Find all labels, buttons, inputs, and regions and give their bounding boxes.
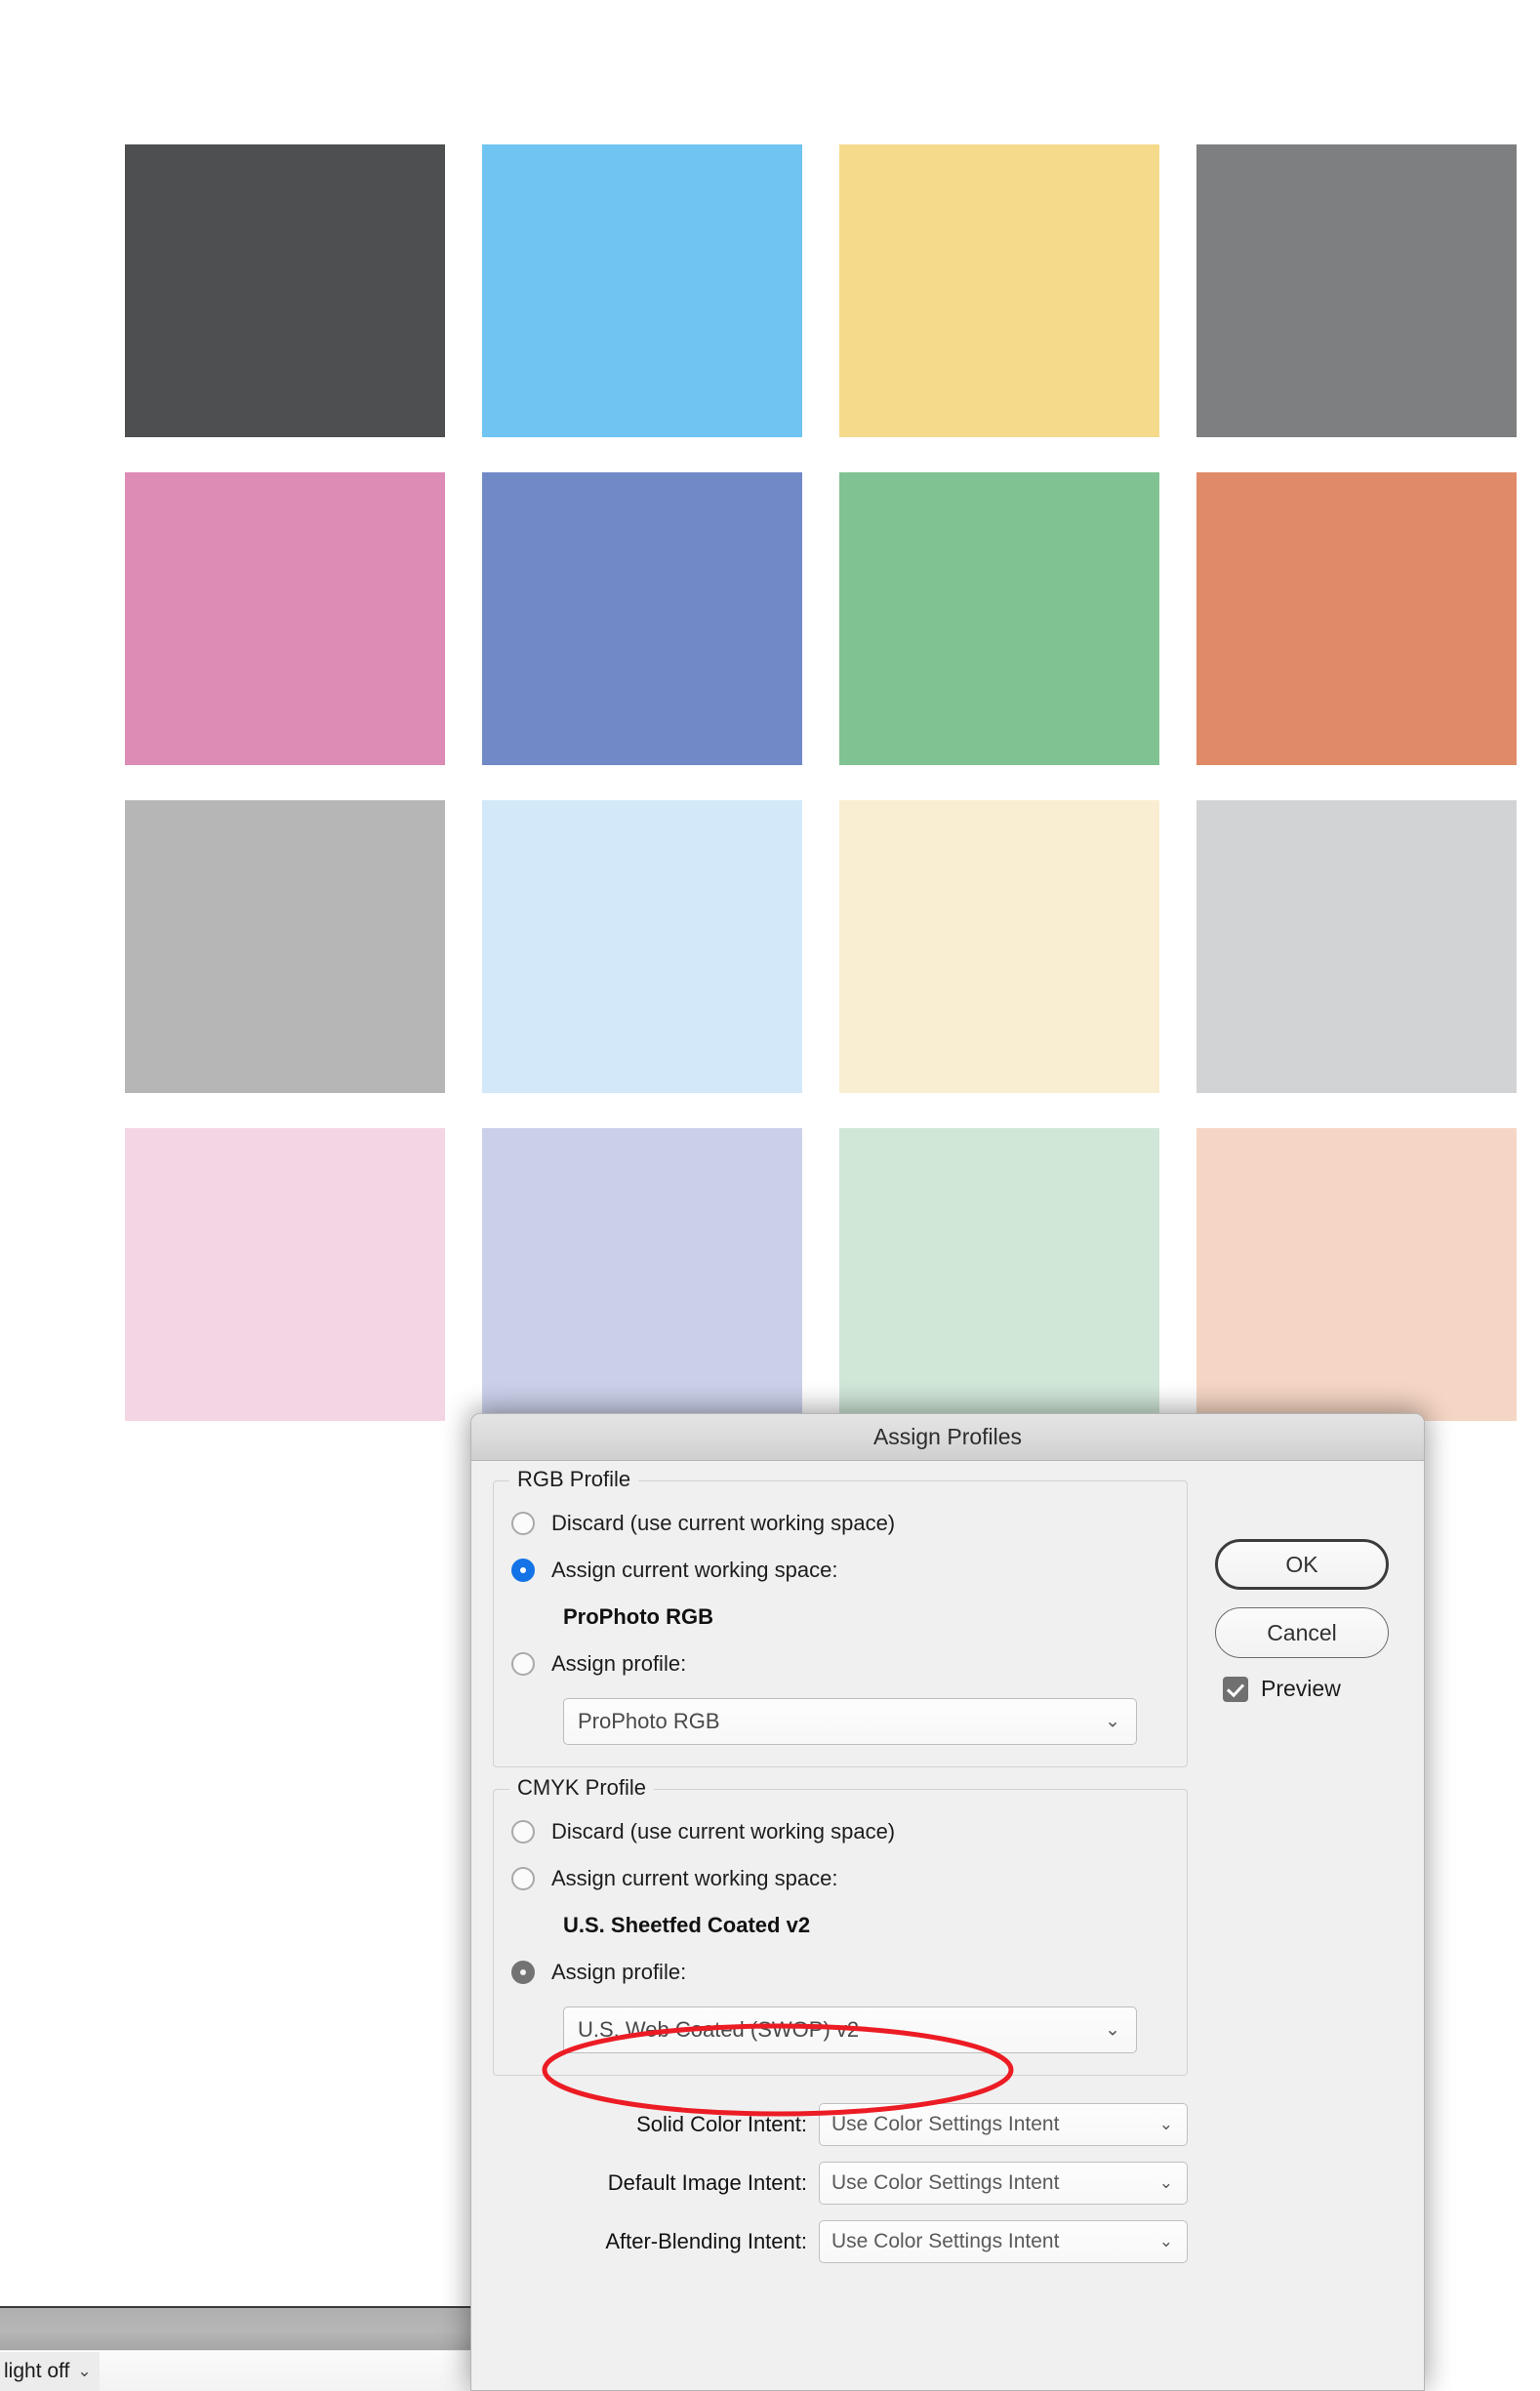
default-image-intent-select[interactable]: Use Color Settings Intent ⌄ [819, 2162, 1188, 2205]
swatch-sky-blue [482, 144, 802, 437]
swatch-pale-gray [1196, 800, 1517, 1093]
rgb-working-space-value: ProPhoto RGB [563, 1604, 713, 1629]
swatch-peach [1196, 1128, 1517, 1421]
chevron-down-icon: ⌄ [1158, 2232, 1173, 2250]
swatch-pale-pink [125, 1128, 445, 1421]
cmyk-assign-profile-label: Assign profile: [551, 1960, 687, 1984]
preview-checkbox[interactable] [1223, 1676, 1248, 1702]
chevron-down-icon: ⌄ [1158, 2173, 1173, 2192]
light-mode-value: light off [4, 2360, 70, 2382]
solid-color-intent-row: Solid Color Intent: Use Color Settings I… [493, 2103, 1188, 2146]
cmyk-assign-working-space-label: Assign current working space: [551, 1866, 838, 1890]
preview-label: Preview [1261, 1676, 1341, 1701]
dialog-body: RGB Profile Discard (use current working… [471, 1461, 1424, 2263]
dialog-title: Assign Profiles [872, 1424, 1023, 1449]
rgb-assign-profile-radio[interactable] [511, 1652, 535, 1676]
default-image-intent-value: Use Color Settings Intent [831, 2171, 1060, 2194]
rgb-assign-profile-label: Assign profile: [551, 1651, 687, 1676]
swatch-green [839, 472, 1159, 765]
cmyk-profile-legend: CMYK Profile [509, 1775, 655, 1801]
preview-toggle-row[interactable]: Preview [1223, 1676, 1410, 1702]
rgb-discard-radio[interactable] [511, 1512, 535, 1535]
ok-button[interactable]: OK [1215, 1539, 1389, 1590]
cmyk-assign-profile-radio[interactable] [511, 1961, 535, 1984]
default-image-intent-row: Default Image Intent: Use Color Settings… [493, 2162, 1188, 2205]
assign-profiles-dialog: Assign Profiles RGB Profile Discard (use… [470, 1413, 1425, 2391]
rgb-profile-group: RGB Profile Discard (use current working… [493, 1467, 1188, 1767]
rgb-profile-legend: RGB Profile [509, 1467, 639, 1492]
rgb-assign-working-space-radio-row[interactable]: Assign current working space: [511, 1558, 1169, 1583]
cmyk-working-space-value: U.S. Sheetfed Coated v2 [563, 1913, 811, 1937]
cancel-button[interactable]: Cancel [1215, 1607, 1389, 1658]
cmyk-discard-radio[interactable] [511, 1820, 535, 1844]
light-mode-select[interactable]: light off ⌄ [0, 2352, 100, 2391]
after-blending-intent-row: After-Blending Intent: Use Color Setting… [493, 2220, 1188, 2263]
swatch-pale-blue [482, 800, 802, 1093]
chevron-down-icon: ⌄ [77, 2362, 92, 2380]
chevron-down-icon: ⌄ [1158, 2115, 1173, 2133]
cmyk-profile-select-value: U.S. Web Coated (SWOP) v2 [578, 2017, 860, 2042]
cmyk-assign-working-space-radio[interactable] [511, 1867, 535, 1890]
rgb-discard-radio-row[interactable]: Discard (use current working space) [511, 1511, 1169, 1536]
swatch-blue-violet [482, 472, 802, 765]
rgb-assign-profile-radio-row[interactable]: Assign profile: [511, 1651, 1169, 1677]
cmyk-discard-label: Discard (use current working space) [551, 1819, 896, 1844]
swatch-cream [839, 800, 1159, 1093]
dialog-titlebar: Assign Profiles [471, 1414, 1424, 1461]
after-blending-intent-select[interactable]: Use Color Settings Intent ⌄ [819, 2220, 1188, 2263]
swatch-mint [839, 1128, 1159, 1421]
swatch-yellow [839, 144, 1159, 437]
swatch-lavender [482, 1128, 802, 1421]
swatch-salmon [1196, 472, 1517, 765]
after-blending-intent-value: Use Color Settings Intent [831, 2230, 1060, 2252]
solid-color-intent-select[interactable]: Use Color Settings Intent ⌄ [819, 2103, 1188, 2146]
cmyk-assign-working-space-radio-row[interactable]: Assign current working space: [511, 1866, 1169, 1891]
solid-color-intent-label: Solid Color Intent: [636, 2112, 807, 2136]
rgb-profile-select[interactable]: ProPhoto RGB ⌄ [563, 1698, 1137, 1745]
rgb-profile-select-value: ProPhoto RGB [578, 1709, 720, 1733]
swatch-light-gray [125, 800, 445, 1093]
after-blending-intent-label: After-Blending Intent: [605, 2229, 807, 2253]
intent-settings: Solid Color Intent: Use Color Settings I… [493, 2097, 1402, 2263]
default-image-intent-label: Default Image Intent: [607, 2170, 807, 2195]
cmyk-assign-profile-select[interactable]: U.S. Web Coated (SWOP) v2 ⌄ [563, 2006, 1137, 2053]
swatch-pink [125, 472, 445, 765]
chevron-down-icon: ⌄ [1105, 1711, 1120, 1732]
color-swatch-grid [125, 144, 1520, 1421]
screen-root: light off ⌄ Assign Profiles RGB Profile … [0, 0, 1540, 2391]
swatch-dark-gray [125, 144, 445, 437]
cmyk-profile-group: CMYK Profile Discard (use current workin… [493, 1775, 1188, 2076]
rgb-assign-working-space-label: Assign current working space: [551, 1558, 838, 1582]
chevron-down-icon: ⌄ [1105, 2019, 1120, 2041]
cmyk-assign-profile-radio-row[interactable]: Assign profile: [511, 1960, 1169, 1985]
rgb-discard-label: Discard (use current working space) [551, 1511, 896, 1535]
cmyk-discard-radio-row[interactable]: Discard (use current working space) [511, 1819, 1169, 1844]
rgb-assign-working-space-radio[interactable] [511, 1559, 535, 1582]
solid-color-intent-value: Use Color Settings Intent [831, 2113, 1060, 2135]
swatch-mid-gray [1196, 144, 1517, 437]
dialog-actions: OK Cancel Preview [1215, 1539, 1410, 1702]
